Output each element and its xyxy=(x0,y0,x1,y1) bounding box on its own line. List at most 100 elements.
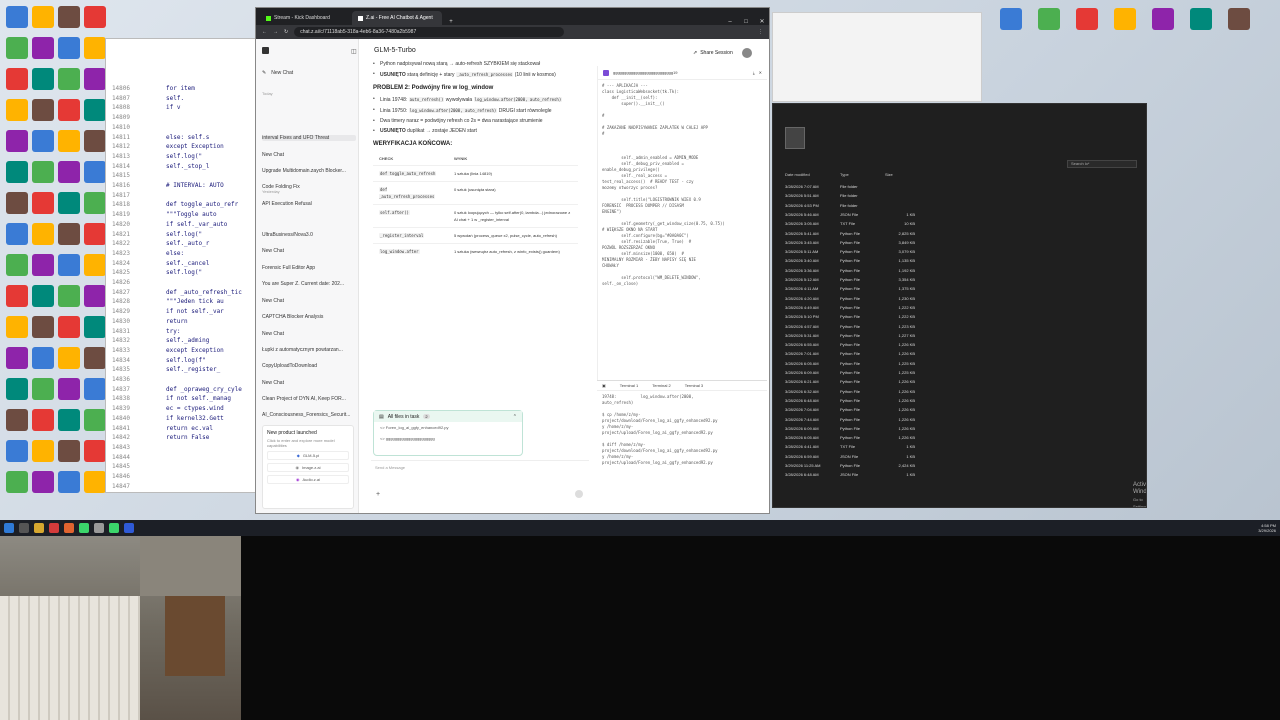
sidebar-chat-item[interactable]: API Execution Refusal xyxy=(262,201,356,207)
col-type[interactable]: Type xyxy=(840,172,885,180)
desktop-shortcut-icon[interactable] xyxy=(84,37,106,59)
desktop-shortcut-icon[interactable] xyxy=(32,347,54,369)
desktop-shortcut-icon[interactable] xyxy=(32,99,54,121)
desktop-shortcut-icon[interactable] xyxy=(32,440,54,462)
file-row[interactable]: 3/28/2026 3:36 AM Python File 1,192 KB xyxy=(785,268,915,275)
desktop-shortcut-icon[interactable] xyxy=(32,378,54,400)
message-input[interactable]: Send a Message + xyxy=(371,460,589,500)
file-row[interactable]: 3/28/2026 4:57 AM Python File 1,223 KB xyxy=(785,324,915,331)
desktop-shortcut-icon[interactable] xyxy=(32,161,54,183)
file-row[interactable]: 3/28/2026 6:48 AM Python File 1,226 KB xyxy=(785,398,915,405)
tab-terminal-3[interactable]: Terminal 3 xyxy=(685,383,703,388)
file-row[interactable]: 3/28/2026 5:51 AM File folder xyxy=(785,193,915,200)
explorer-icon[interactable] xyxy=(34,523,44,533)
file-row[interactable]: 3/28/2026 6:21 AM Python File 1,226 KB xyxy=(785,379,915,386)
desktop-shortcut-icon[interactable] xyxy=(6,285,28,307)
send-button[interactable] xyxy=(575,490,583,498)
forward-icon[interactable]: → xyxy=(273,29,278,35)
desktop-shortcut-icon[interactable] xyxy=(84,130,106,152)
desktop-shortcut-icon[interactable] xyxy=(6,37,28,59)
download-icon[interactable]: ⤓ xyxy=(753,70,755,75)
file-row[interactable]: 3/28/2026 5:41 AM Python File 2,825 KB xyxy=(785,231,915,238)
desktop-shortcut-icon[interactable] xyxy=(32,409,54,431)
desktop-shortcut-icon[interactable] xyxy=(6,68,28,90)
desktop-shortcut-icon[interactable] xyxy=(6,192,28,214)
desktop-shortcut-icon[interactable] xyxy=(58,440,80,462)
desktop-shortcut-icon[interactable] xyxy=(1076,8,1098,30)
app-icon[interactable] xyxy=(124,523,134,533)
files-box-header[interactable]: ▤ All files in task 2 ⌃ xyxy=(374,411,522,422)
promo-model-audio[interactable]: ◉ Audio.z.ai xyxy=(267,475,349,484)
file-row[interactable]: 3/28/2026 3:05 AM TXT File 10 KB xyxy=(785,221,915,228)
file-item[interactable]: <> gggggggggggggggggggggg xyxy=(374,433,522,444)
file-row[interactable]: 3/29/2026 11:25 AM Python File 2,424 KB xyxy=(785,463,915,470)
desktop-shortcut-icon[interactable] xyxy=(84,99,106,121)
desktop-shortcut-icon[interactable] xyxy=(84,254,106,276)
back-icon[interactable]: ← xyxy=(262,29,267,35)
file-row[interactable]: 3/28/2026 7:04 AM Python File 1,226 KB xyxy=(785,407,915,414)
desktop-shortcut-icon[interactable] xyxy=(1190,8,1212,30)
desktop-shortcut-icon[interactable] xyxy=(6,409,28,431)
desktop-shortcut-icon[interactable] xyxy=(1114,8,1136,30)
attach-plus-icon[interactable]: + xyxy=(376,491,380,498)
taskview-icon[interactable] xyxy=(19,523,29,533)
file-row[interactable]: 3/28/2026 4:53 PM File folder xyxy=(785,203,915,210)
app-icon[interactable] xyxy=(109,523,119,533)
desktop-shortcut-icon[interactable] xyxy=(84,161,106,183)
promo-card[interactable]: New product launched Click to enter and … xyxy=(262,425,354,509)
maximize-button[interactable]: □ xyxy=(739,19,753,25)
file-row[interactable]: 3/28/2026 6:55 AM Python File 1,226 KB xyxy=(785,342,915,349)
desktop-shortcut-icon[interactable] xyxy=(58,471,80,493)
tab-kick-dashboard[interactable]: Stream - Kick Dashboard xyxy=(260,11,350,25)
desktop-shortcut-icon[interactable] xyxy=(32,130,54,152)
extensions-icon[interactable]: ⋮ xyxy=(758,29,763,35)
desktop-shortcut-icon[interactable] xyxy=(84,471,106,493)
file-row[interactable]: 3/28/2026 5:31 AM Python File 1,227 KB xyxy=(785,333,915,340)
sidebar-chat-item[interactable]: New Chat xyxy=(262,248,356,254)
desktop-shortcut-icon[interactable] xyxy=(32,37,54,59)
firefox-icon[interactable] xyxy=(64,523,74,533)
desktop-shortcut-icon[interactable] xyxy=(58,6,80,28)
file-row[interactable]: 3/28/2026 6:59 AM JSON File 1 KB xyxy=(785,454,915,461)
desktop-shortcut-icon[interactable] xyxy=(6,130,28,152)
app-icon[interactable] xyxy=(94,523,104,533)
file-row[interactable]: 3/28/2026 7:01 AM Python File 1,226 KB xyxy=(785,351,915,358)
new-tab-button[interactable]: + xyxy=(444,19,458,25)
desktop-shortcut-icon[interactable] xyxy=(84,347,106,369)
sidebar-chat-item[interactable]: You are Super Z. Current date: 202... xyxy=(262,281,356,287)
desktop-shortcut-icon[interactable] xyxy=(58,161,80,183)
file-row[interactable]: 3/28/2026 4:11 AM Python File 1,375 KB xyxy=(785,286,915,293)
app-icon[interactable] xyxy=(79,523,89,533)
file-row[interactable]: 3/28/2026 6:09 AM Python File 1,226 KB xyxy=(785,426,915,433)
file-row[interactable]: 3/28/2026 6:32 AM Python File 1,226 KB xyxy=(785,389,915,396)
zai-logo-icon[interactable] xyxy=(262,47,269,54)
desktop-shortcut-icon[interactable] xyxy=(32,471,54,493)
minimize-button[interactable]: – xyxy=(723,19,737,25)
desktop-shortcut-icon[interactable] xyxy=(32,68,54,90)
desktop-shortcut-icon[interactable] xyxy=(1152,8,1174,30)
sidebar-collapse-icon[interactable]: ◫ xyxy=(351,48,357,55)
sidebar-chat-item[interactable]: Clean Project of DYN AI, Keep FOR... xyxy=(262,396,356,402)
desktop-shortcut-icon[interactable] xyxy=(32,223,54,245)
sidebar-chat-item[interactable]: UltraBusiness/Nova3.0 xyxy=(262,232,356,238)
file-row[interactable]: 3/28/2026 6:48 AM JSON File 1 KB xyxy=(785,472,915,479)
tab-zai[interactable]: Z.ai - Free AI Chatbot & Agent xyxy=(352,11,442,25)
model-selector[interactable]: GLM-5-Turbo xyxy=(374,47,416,54)
desktop-shortcut-icon[interactable] xyxy=(84,316,106,338)
promo-model-image[interactable]: ◉ Image.z.ai xyxy=(267,463,349,472)
desktop-shortcut-icon[interactable] xyxy=(58,285,80,307)
desktop-shortcut-icon[interactable] xyxy=(6,99,28,121)
desktop-shortcut-icon[interactable] xyxy=(6,6,28,28)
close-icon[interactable]: ✕ xyxy=(759,70,762,75)
address-bar[interactable]: chat.z.ai/c/71118ab5-318a-4eb6-8a36-7480… xyxy=(294,27,565,37)
sidebar-chat-item[interactable]: Upgrade Multidomain.zaych Blocker... xyxy=(262,168,356,174)
file-row[interactable]: 3/28/2026 4:20 AM Python File 1,230 KB xyxy=(785,296,915,303)
desktop-shortcut-icon[interactable] xyxy=(84,192,106,214)
sidebar-chat-item[interactable]: New Chat xyxy=(262,298,356,304)
desktop-shortcut-icon[interactable] xyxy=(1038,8,1060,30)
promo-model-glm[interactable]: ◆ GLM-5.pi xyxy=(267,451,349,460)
desktop-shortcut-icon[interactable] xyxy=(6,471,28,493)
file-row[interactable]: 3/28/2026 6:09 AM Python File 1,225 KB xyxy=(785,370,915,377)
close-window-button[interactable]: ✕ xyxy=(755,18,769,25)
desktop-shortcut-icon[interactable] xyxy=(58,254,80,276)
